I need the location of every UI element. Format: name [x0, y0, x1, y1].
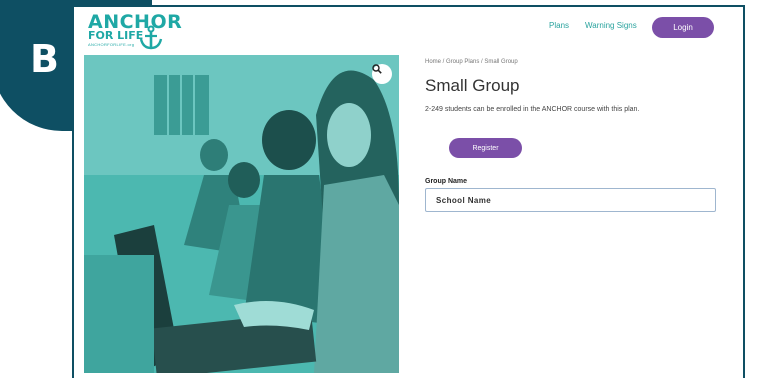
nav-plans[interactable]: Plans [549, 21, 569, 30]
page-title: Small Group [425, 76, 520, 95]
badge-letter: B [30, 37, 59, 81]
nav-warning-signs[interactable]: Warning Signs [585, 21, 637, 30]
plan-description: 2-249 students can be enrolled in the AN… [425, 106, 640, 113]
group-name-label: Group Name [425, 178, 468, 185]
magnifier-icon [372, 64, 382, 74]
logo-tagline: ANCHORFORLIFE.org [88, 42, 135, 47]
site-header: ANCHOR FOR LIFE ANCHORFORLIFE.org Plans … [74, 7, 743, 55]
register-button[interactable]: Register [449, 138, 522, 158]
anchor-icon [139, 25, 163, 50]
students-photo [84, 55, 399, 373]
browser-window: ANCHOR FOR LIFE ANCHORFORLIFE.org Plans … [72, 5, 745, 378]
login-button[interactable]: Login [652, 17, 714, 38]
breadcrumb[interactable]: Home / Group Plans / Small Group [425, 59, 518, 65]
site-logo[interactable]: ANCHOR FOR LIFE ANCHORFORLIFE.org [86, 11, 182, 53]
logo-line2: FOR LIFE [88, 29, 144, 42]
product-image [84, 55, 399, 373]
zoom-button[interactable] [372, 64, 392, 84]
group-name-input[interactable]: School Name [425, 188, 716, 212]
